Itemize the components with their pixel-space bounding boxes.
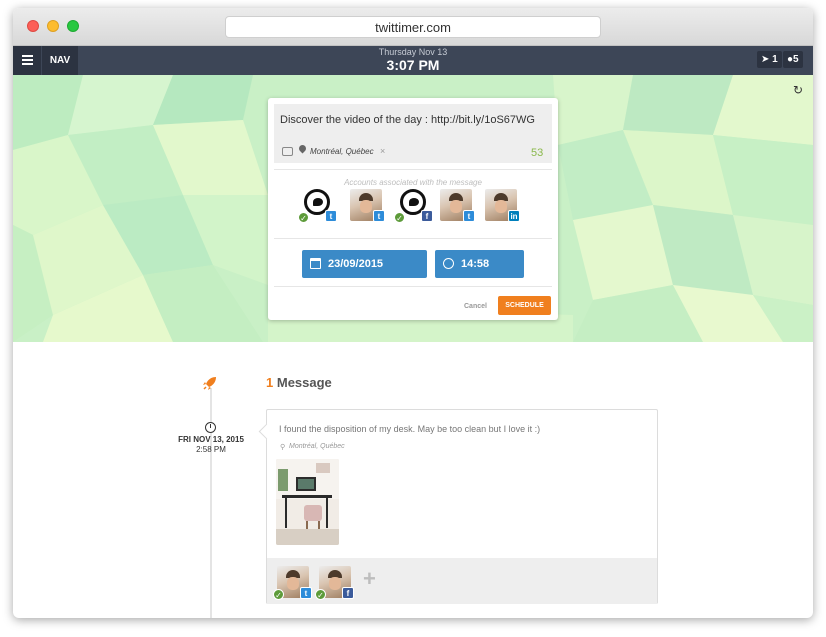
browser-chrome: twittimer.com <box>13 8 813 46</box>
clock-icon <box>443 258 454 269</box>
top-bar: NAV Thursday Nov 13 3:07 PM ➤ 1 ●5 <box>13 46 813 75</box>
hamburger-icon <box>22 59 33 61</box>
clock-icon <box>205 422 216 433</box>
message-card[interactable]: I found the disposition of my desk. May … <box>266 409 658 604</box>
zoom-window-button[interactable] <box>67 20 79 32</box>
linkedin-icon: in <box>508 210 520 222</box>
account-item[interactable]: f ✓ <box>394 189 433 223</box>
message-input-area[interactable]: Discover the video of the day : http://b… <box>274 104 552 163</box>
location-pin-icon: ⚲ <box>280 444 286 451</box>
post-photo[interactable] <box>276 459 339 545</box>
post-location: Montréal, Québec <box>289 443 345 450</box>
time-picker-button[interactable]: 14:58 <box>435 250 524 278</box>
twitter-icon: t <box>373 210 385 222</box>
check-icon: ✓ <box>298 212 309 223</box>
post-time: 2:58 PM <box>196 445 226 454</box>
location-pin-icon <box>297 143 308 154</box>
hamburger-icon <box>22 63 33 65</box>
hamburger-menu-button[interactable] <box>13 46 41 75</box>
send-icon: ➤ <box>761 54 770 65</box>
camera-icon[interactable] <box>282 147 293 156</box>
hero-background: ↻ Discover the video of the day : http:/… <box>13 75 813 342</box>
account-item[interactable]: t ✓ <box>273 566 312 600</box>
remove-location-button[interactable]: × <box>380 146 385 156</box>
hamburger-icon <box>22 55 33 57</box>
schedule-button[interactable]: SCHEDULE <box>498 296 551 315</box>
refresh-icon[interactable]: ↻ <box>793 83 803 97</box>
facebook-icon: f <box>342 587 354 599</box>
time-value: 14:58 <box>461 258 490 270</box>
account-item[interactable]: t <box>440 189 475 222</box>
twitter-icon: t <box>463 210 475 222</box>
check-icon: ✓ <box>315 589 326 600</box>
sent-count: 1 <box>772 54 778 65</box>
post-text: I found the disposition of my desk. May … <box>279 424 541 434</box>
account-item[interactable]: f ✓ <box>315 566 354 600</box>
message-input[interactable]: Discover the video of the day : http://b… <box>280 114 535 126</box>
divider <box>274 169 552 170</box>
nav-button[interactable]: NAV <box>42 46 78 75</box>
messages-heading: 1 Message <box>266 375 332 390</box>
current-date: Thursday Nov 13 <box>378 47 448 57</box>
check-icon: ✓ <box>273 589 284 600</box>
accounts-label: Accounts associated with the message <box>344 178 482 187</box>
minimize-window-button[interactable] <box>47 20 59 32</box>
messages-title: Message <box>276 375 332 390</box>
add-account-button[interactable]: + <box>363 566 376 592</box>
cancel-button[interactable]: Cancel <box>464 303 487 310</box>
address-bar[interactable]: twittimer.com <box>225 16 601 38</box>
messages-count: 1 <box>266 375 274 390</box>
account-item[interactable]: t <box>350 189 385 222</box>
browser-window: twittimer.com NAV Thursday Nov 13 3:07 P… <box>13 8 813 618</box>
post-date: FRI NOV 13, 2015 <box>178 435 244 444</box>
divider <box>274 286 552 287</box>
date-value: 23/09/2015 <box>328 258 384 270</box>
date-picker-button[interactable]: 23/09/2015 <box>302 250 427 278</box>
post-accounts-bar: t ✓ f ✓ + <box>267 558 657 604</box>
account-item[interactable]: in <box>485 189 520 222</box>
calendar-icon <box>310 258 321 269</box>
current-datetime: Thursday Nov 13 3:07 PM <box>353 47 473 73</box>
account-list: t ✓ t f ✓ t in <box>298 189 532 225</box>
twitter-icon: t <box>325 210 337 222</box>
message-composer: Discover the video of the day : http://b… <box>268 98 558 320</box>
rocket-icon <box>203 377 216 390</box>
account-item[interactable]: t ✓ <box>298 189 337 223</box>
desk-photo <box>276 459 339 545</box>
divider <box>274 238 552 239</box>
location-label: Montréal, Québec <box>310 147 374 156</box>
users-count: 5 <box>793 54 799 65</box>
users-badge[interactable]: ●5 <box>783 51 803 68</box>
close-window-button[interactable] <box>27 20 39 32</box>
twitter-icon: t <box>300 587 312 599</box>
sent-badge[interactable]: ➤ 1 <box>757 51 782 68</box>
facebook-icon: f <box>421 210 433 222</box>
check-icon: ✓ <box>394 212 405 223</box>
current-time: 3:07 PM <box>386 57 440 73</box>
character-count: 53 <box>531 147 544 159</box>
